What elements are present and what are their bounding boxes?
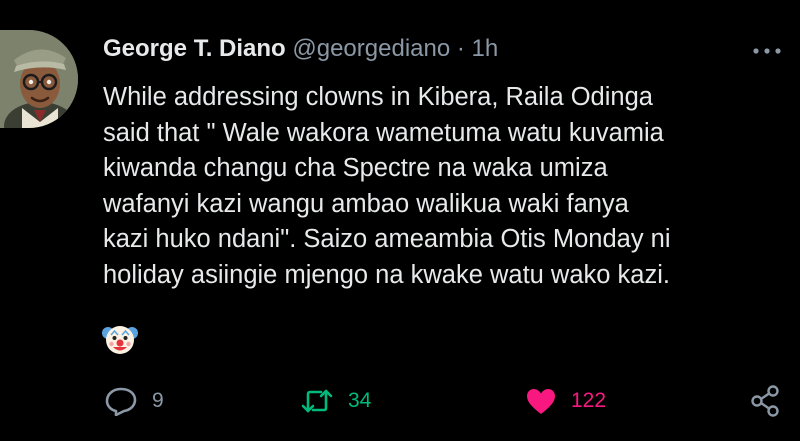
tweet-header: George T. Diano @georgediano · 1h — [103, 34, 498, 64]
tweet-text-line: wafanyi kazi wangu ambao walikua waki fa… — [103, 189, 629, 218]
tweet-timestamp[interactable]: 1h — [472, 35, 499, 62]
author-handle[interactable]: @georgediano — [292, 35, 450, 62]
share-icon — [749, 384, 783, 418]
clown-face-icon — [102, 321, 138, 357]
separator-dot: · — [456, 35, 465, 62]
retweet-count: 34 — [348, 389, 372, 412]
retweet-icon — [300, 387, 334, 415]
share-button[interactable] — [749, 384, 783, 418]
more-options-icon[interactable] — [752, 44, 782, 56]
tweet-text-line: kiwanda changu cha Spectre na waka umiza — [103, 154, 608, 182]
retweet-button[interactable]: 34 — [300, 384, 371, 418]
tweet-text-line: kazi huko ndani". Saizo ameambia Otis Mo… — [103, 225, 671, 253]
tweet-text-line: said that " Wale wakora wametuma watu ku… — [103, 118, 664, 147]
tweet-text-line: holiday asiingie mjengo na kwake watu wa… — [103, 260, 670, 289]
tweet-text: While addressing clowns in Kibera, Raila… — [103, 80, 793, 293]
author-display-name[interactable]: George T. Diano — [103, 35, 286, 62]
tweet-card[interactable]: George T. Diano @georgediano · 1h While … — [0, 0, 800, 441]
reply-button[interactable]: 9 — [104, 384, 164, 418]
like-count: 122 — [571, 389, 607, 412]
like-button[interactable]: 122 — [525, 384, 606, 418]
reply-count: 9 — [152, 389, 164, 412]
heart-icon — [525, 387, 557, 415]
reply-icon — [104, 386, 138, 416]
avatar[interactable] — [0, 30, 78, 128]
tweet-text-line: While addressing clowns in Kibera, Raila… — [103, 83, 653, 111]
